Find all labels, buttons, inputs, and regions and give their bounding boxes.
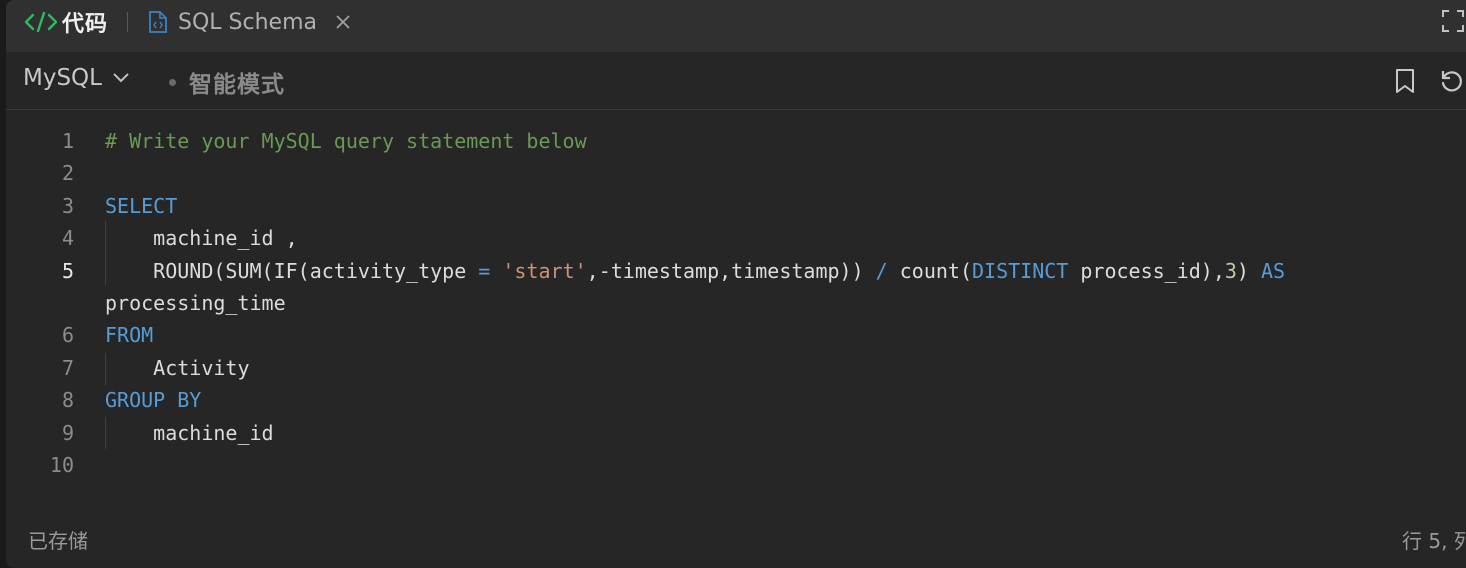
code-token: 'start' bbox=[502, 259, 587, 283]
code-token: FROM bbox=[105, 323, 154, 347]
tab-sql-schema[interactable]: SQL Schema bbox=[148, 0, 351, 44]
code-token: processing_time bbox=[105, 291, 286, 315]
code-token: GROUP BY bbox=[105, 388, 202, 412]
code-line[interactable]: 5 ROUND(SUM(IF(activity_type = 'start',-… bbox=[6, 255, 1466, 287]
code-token: DISTINCT bbox=[972, 259, 1069, 283]
code-token: count( bbox=[887, 259, 972, 283]
tab-code[interactable]: 代码 bbox=[24, 0, 108, 44]
code-token: ,-timestamp,timestamp)) bbox=[586, 259, 876, 283]
code-token: Activity bbox=[105, 356, 250, 380]
code-token: = bbox=[478, 259, 491, 283]
line-number: 5 bbox=[61, 259, 74, 283]
line-number: 8 bbox=[61, 388, 74, 412]
line-number: 6 bbox=[61, 323, 74, 347]
save-status: 已存储 bbox=[28, 529, 88, 553]
line-number: 2 bbox=[61, 161, 74, 185]
code-token: # Write your MySQL query statement below bbox=[105, 129, 587, 153]
code-token: ) bbox=[1236, 259, 1262, 283]
code-line[interactable]: 2 bbox=[6, 157, 1466, 189]
code-text: processing_time bbox=[105, 287, 286, 319]
code-token: machine_id bbox=[105, 421, 274, 445]
code-token: AS bbox=[1261, 259, 1286, 283]
line-number: 7 bbox=[61, 356, 74, 380]
code-token: / bbox=[875, 259, 888, 283]
code-token: SELECT bbox=[105, 194, 178, 218]
code-token: machine_id , bbox=[105, 226, 298, 250]
code-token: process_id), bbox=[1068, 259, 1225, 283]
tab-code-label: 代码 bbox=[62, 12, 109, 37]
code-token: 3 bbox=[1224, 259, 1237, 283]
tab-sql-schema-label: SQL Schema bbox=[178, 9, 317, 35]
language-select-value: MySQL bbox=[23, 65, 102, 91]
code-line[interactable]: 7 Activity bbox=[6, 352, 1466, 384]
code-line[interactable]: 4 machine_id , bbox=[6, 222, 1466, 254]
line-number: 3 bbox=[61, 194, 74, 218]
code-text: GROUP BY bbox=[105, 384, 201, 416]
line-number: 9 bbox=[61, 421, 74, 445]
chevron-down-icon bbox=[113, 73, 129, 83]
fullscreen-icon[interactable] bbox=[1442, 10, 1464, 32]
code-text: machine_id bbox=[105, 417, 274, 449]
cursor-position: 行 5, 列 bbox=[1402, 529, 1466, 553]
code-line[interactable]: 8 GROUP BY bbox=[6, 384, 1466, 416]
reset-icon[interactable] bbox=[1439, 68, 1465, 94]
close-icon[interactable] bbox=[335, 14, 351, 30]
code-text: SELECT bbox=[105, 190, 177, 222]
code-token: ROUND(SUM(IF(activity_type bbox=[105, 259, 479, 283]
code-text: ROUND(SUM(IF(activity_type = 'start',-ti… bbox=[105, 255, 1285, 287]
code-line[interactable]: processing_time bbox=[6, 287, 1466, 319]
code-line[interactable]: 9 machine_id bbox=[6, 417, 1466, 449]
file-code-icon bbox=[149, 11, 167, 33]
code-editor-panel: 代码 SQL Schema MySQL 智能模式 1 # Write your … bbox=[6, 0, 1466, 568]
code-line[interactable]: 1 # Write your MySQL query statement belo… bbox=[6, 125, 1466, 157]
line-number: 10 bbox=[49, 453, 74, 477]
code-text: Activity bbox=[105, 352, 250, 384]
code-text: FROM bbox=[105, 319, 153, 351]
tab-divider bbox=[127, 12, 128, 32]
smart-mode-label: 智能模式 bbox=[189, 72, 285, 98]
language-select[interactable]: MySQL bbox=[23, 65, 130, 91]
code-line[interactable]: 10 bbox=[6, 449, 1466, 481]
line-number: 4 bbox=[61, 226, 74, 250]
bookmark-icon[interactable] bbox=[1394, 68, 1416, 94]
line-number: 1 bbox=[61, 129, 74, 153]
status-dot bbox=[169, 78, 176, 86]
tab-bar: 代码 SQL Schema bbox=[6, 0, 1466, 52]
code-line[interactable]: 6 FROM bbox=[6, 319, 1466, 351]
code-editor[interactable]: 1 # Write your MySQL query statement belo… bbox=[6, 111, 1466, 511]
editor-toolbar: MySQL 智能模式 bbox=[6, 52, 1466, 110]
code-text: # Write your MySQL query statement below bbox=[105, 125, 587, 157]
code-icon bbox=[24, 11, 58, 33]
smart-mode-toggle[interactable]: 智能模式 bbox=[169, 65, 285, 99]
code-text: machine_id , bbox=[105, 222, 298, 254]
code-line[interactable]: 3 SELECT bbox=[6, 190, 1466, 222]
